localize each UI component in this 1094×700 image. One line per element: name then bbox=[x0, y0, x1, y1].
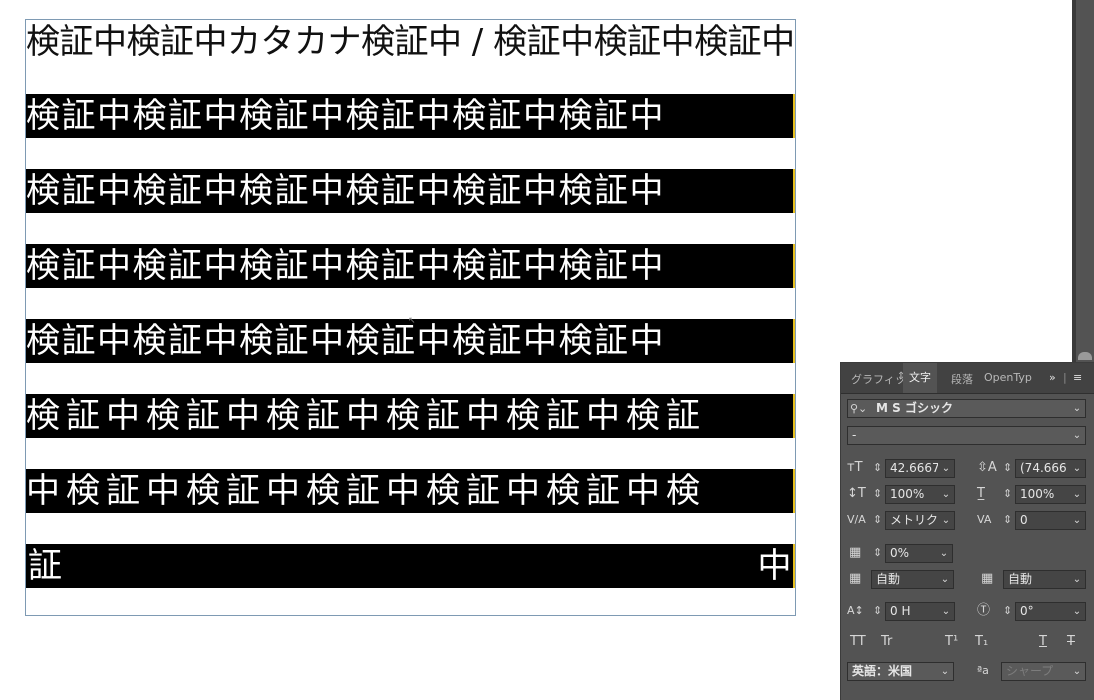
baseline-shift-field[interactable]: 0 H ⌄ bbox=[885, 602, 955, 621]
font-size-value: 42.6667 bbox=[890, 461, 940, 475]
small-caps-button[interactable]: Tr bbox=[881, 633, 892, 650]
spinner-icon[interactable]: ⇕ bbox=[1003, 485, 1012, 502]
superscript-button[interactable]: T¹ bbox=[945, 633, 958, 650]
vertical-scale-value: 100% bbox=[890, 487, 925, 501]
text-line-2-selected[interactable]: 検証中検証中検証中検証中検証中検証中 bbox=[26, 94, 795, 138]
tsume-icon: ▦ bbox=[849, 545, 862, 560]
chevron-down-icon[interactable]: ⌄ bbox=[938, 603, 954, 620]
scrollbar-thumb[interactable] bbox=[1078, 352, 1092, 360]
panel-tab-bar: グラフィッ: ⇕ 文字 段落 OpenTyp » | ≡ bbox=[841, 363, 1094, 394]
spinner-icon[interactable]: ⇕ bbox=[873, 511, 882, 528]
tracking-field[interactable]: 0 ⌄ bbox=[1015, 511, 1086, 530]
font-family-value: M S ゴシック bbox=[876, 401, 953, 415]
mouse-cursor-icon: ↖ bbox=[408, 316, 416, 326]
text-line-7-selected[interactable]: 中検証中検証中検証中検証中検証中検 bbox=[26, 469, 795, 513]
spinner-icon[interactable]: ⇕ bbox=[873, 544, 882, 561]
font-family-field[interactable]: ⚲⌄ M S ゴシック ⌄ bbox=[847, 399, 1086, 418]
underline-button[interactable]: T bbox=[1039, 633, 1047, 650]
aki-left-value: 自動 bbox=[876, 572, 901, 586]
spinner-icon[interactable]: ⇕ bbox=[873, 602, 882, 619]
chevron-down-icon[interactable]: ⌄ bbox=[1069, 427, 1085, 444]
chevron-down-icon[interactable]: ⌄ bbox=[937, 571, 953, 588]
aki-right-field[interactable]: 自動 ⌄ bbox=[1003, 570, 1086, 589]
panel-menu-icon[interactable]: ≡ bbox=[1073, 371, 1082, 384]
illustrator-canvas: 検証中検証中カタカナ検証中 / 検証中検証中検証中 検証中検証中検証中検証中検証… bbox=[0, 0, 1094, 700]
text-line-8-selected[interactable]: 証 中 bbox=[26, 544, 795, 588]
spinner-icon[interactable]: ⇕ bbox=[1003, 459, 1012, 476]
font-style-field[interactable]: - ⌄ bbox=[847, 426, 1086, 445]
strikethrough-button[interactable]: T bbox=[1067, 633, 1075, 650]
chevron-down-icon[interactable]: ⌄ bbox=[938, 512, 954, 529]
baseline-shift-icon: A↕ bbox=[847, 604, 864, 617]
spinner-icon[interactable]: ⇕ bbox=[873, 485, 882, 502]
chevron-down-icon[interactable]: ⌄ bbox=[938, 486, 954, 503]
chevron-down-icon[interactable]: ⌄ bbox=[1069, 603, 1085, 620]
text-line-6-selected[interactable]: 検証中検証中検証中検証中検証中検証 bbox=[26, 394, 795, 438]
tab-opentype[interactable]: OpenTyp bbox=[984, 371, 1032, 384]
leading-icon: ⇳A bbox=[977, 460, 997, 475]
all-caps-button[interactable]: TT bbox=[850, 633, 866, 650]
text-line-8-left: 証 bbox=[28, 546, 64, 586]
spinner-icon[interactable]: ⇕ bbox=[1003, 602, 1012, 619]
subscript-button[interactable]: T₁ bbox=[975, 633, 988, 650]
chevron-down-icon[interactable]: ⌄ bbox=[938, 460, 954, 477]
character-panel: グラフィッ: ⇕ 文字 段落 OpenTyp » | ≡ ⚲⌄ M S ゴシック… bbox=[840, 362, 1094, 700]
tsume-value: 0% bbox=[890, 546, 910, 560]
font-size-field[interactable]: 42.6667 ⌄ bbox=[885, 459, 955, 478]
aki-right-value: 自動 bbox=[1008, 572, 1033, 586]
chevron-down-icon[interactable]: ⌄ bbox=[936, 545, 952, 562]
baseline-shift-value: 0 H bbox=[890, 604, 911, 618]
tsume-field[interactable]: 0% ⌄ bbox=[885, 544, 953, 563]
chevron-down-icon[interactable]: ⌄ bbox=[1069, 571, 1085, 588]
font-size-icon: ᴛT bbox=[847, 460, 863, 475]
language-value: 英語：米国 bbox=[852, 664, 913, 678]
aki-left-field[interactable]: 自動 ⌄ bbox=[871, 570, 954, 589]
chevron-down-icon[interactable]: ⌄ bbox=[1069, 663, 1085, 680]
antialias-select[interactable]: シャープ ⌄ bbox=[1001, 662, 1086, 681]
vertical-scale-icon: ↕T bbox=[847, 486, 866, 501]
tab-paragraph[interactable]: 段落 bbox=[951, 371, 973, 387]
horizontal-scale-field[interactable]: 100% ⌄ bbox=[1015, 485, 1086, 504]
rotation-icon: Ⓣ bbox=[977, 603, 991, 618]
chevron-down-icon[interactable]: ⌄ bbox=[1069, 512, 1085, 529]
spinner-icon[interactable]: ⇕ bbox=[1003, 511, 1012, 528]
vertical-scale-field[interactable]: 100% ⌄ bbox=[885, 485, 955, 504]
chevron-down-icon[interactable]: ⌄ bbox=[937, 663, 953, 680]
search-icon[interactable]: ⚲⌄ bbox=[850, 400, 867, 417]
text-line-3-selected[interactable]: 検証中検証中検証中検証中検証中検証中 bbox=[26, 169, 795, 213]
tab-character[interactable]: 文字 bbox=[903, 363, 937, 393]
text-line-8-right: 中 bbox=[757, 546, 793, 586]
font-style-value: - bbox=[852, 428, 857, 442]
workspace-edge-rim bbox=[1072, 0, 1076, 362]
text-line-4-selected[interactable]: 検証中検証中検証中検証中検証中検証中 bbox=[26, 244, 795, 288]
language-select[interactable]: 英語：米国 ⌄ bbox=[847, 662, 954, 681]
panel-divider: | bbox=[1063, 371, 1067, 384]
aki-left-icon: ▦ bbox=[849, 571, 862, 586]
workspace-edge bbox=[1072, 0, 1094, 362]
tracking-icon: VA bbox=[977, 513, 992, 526]
text-line-1[interactable]: 検証中検証中カタカナ検証中 / 検証中検証中検証中 bbox=[26, 20, 795, 64]
antialias-value: シャープ bbox=[1006, 664, 1054, 678]
leading-field[interactable]: (74.666 ⌄ bbox=[1015, 459, 1086, 478]
chevron-down-icon[interactable]: ⌄ bbox=[1069, 486, 1085, 503]
spinner-icon[interactable]: ⇕ bbox=[873, 459, 882, 476]
kerning-value: メトリク bbox=[890, 513, 939, 527]
antialias-icon: ªa bbox=[977, 664, 989, 677]
chevron-down-icon[interactable]: ⌄ bbox=[1069, 400, 1085, 417]
leading-value: (74.666 bbox=[1020, 461, 1067, 475]
horizontal-scale-icon: T̲ bbox=[977, 486, 985, 501]
horizontal-scale-value: 100% bbox=[1020, 487, 1055, 501]
rotation-field[interactable]: 0° ⌄ bbox=[1015, 602, 1086, 621]
chevron-down-icon[interactable]: ⌄ bbox=[1069, 460, 1085, 477]
panel-more-icon[interactable]: » bbox=[1049, 371, 1056, 384]
kerning-icon: V/A bbox=[847, 513, 866, 526]
aki-right-icon: ▦ bbox=[981, 571, 994, 586]
rotation-value: 0° bbox=[1020, 604, 1034, 618]
tracking-value: 0 bbox=[1020, 513, 1028, 527]
kerning-field[interactable]: メトリク ⌄ bbox=[885, 511, 955, 530]
